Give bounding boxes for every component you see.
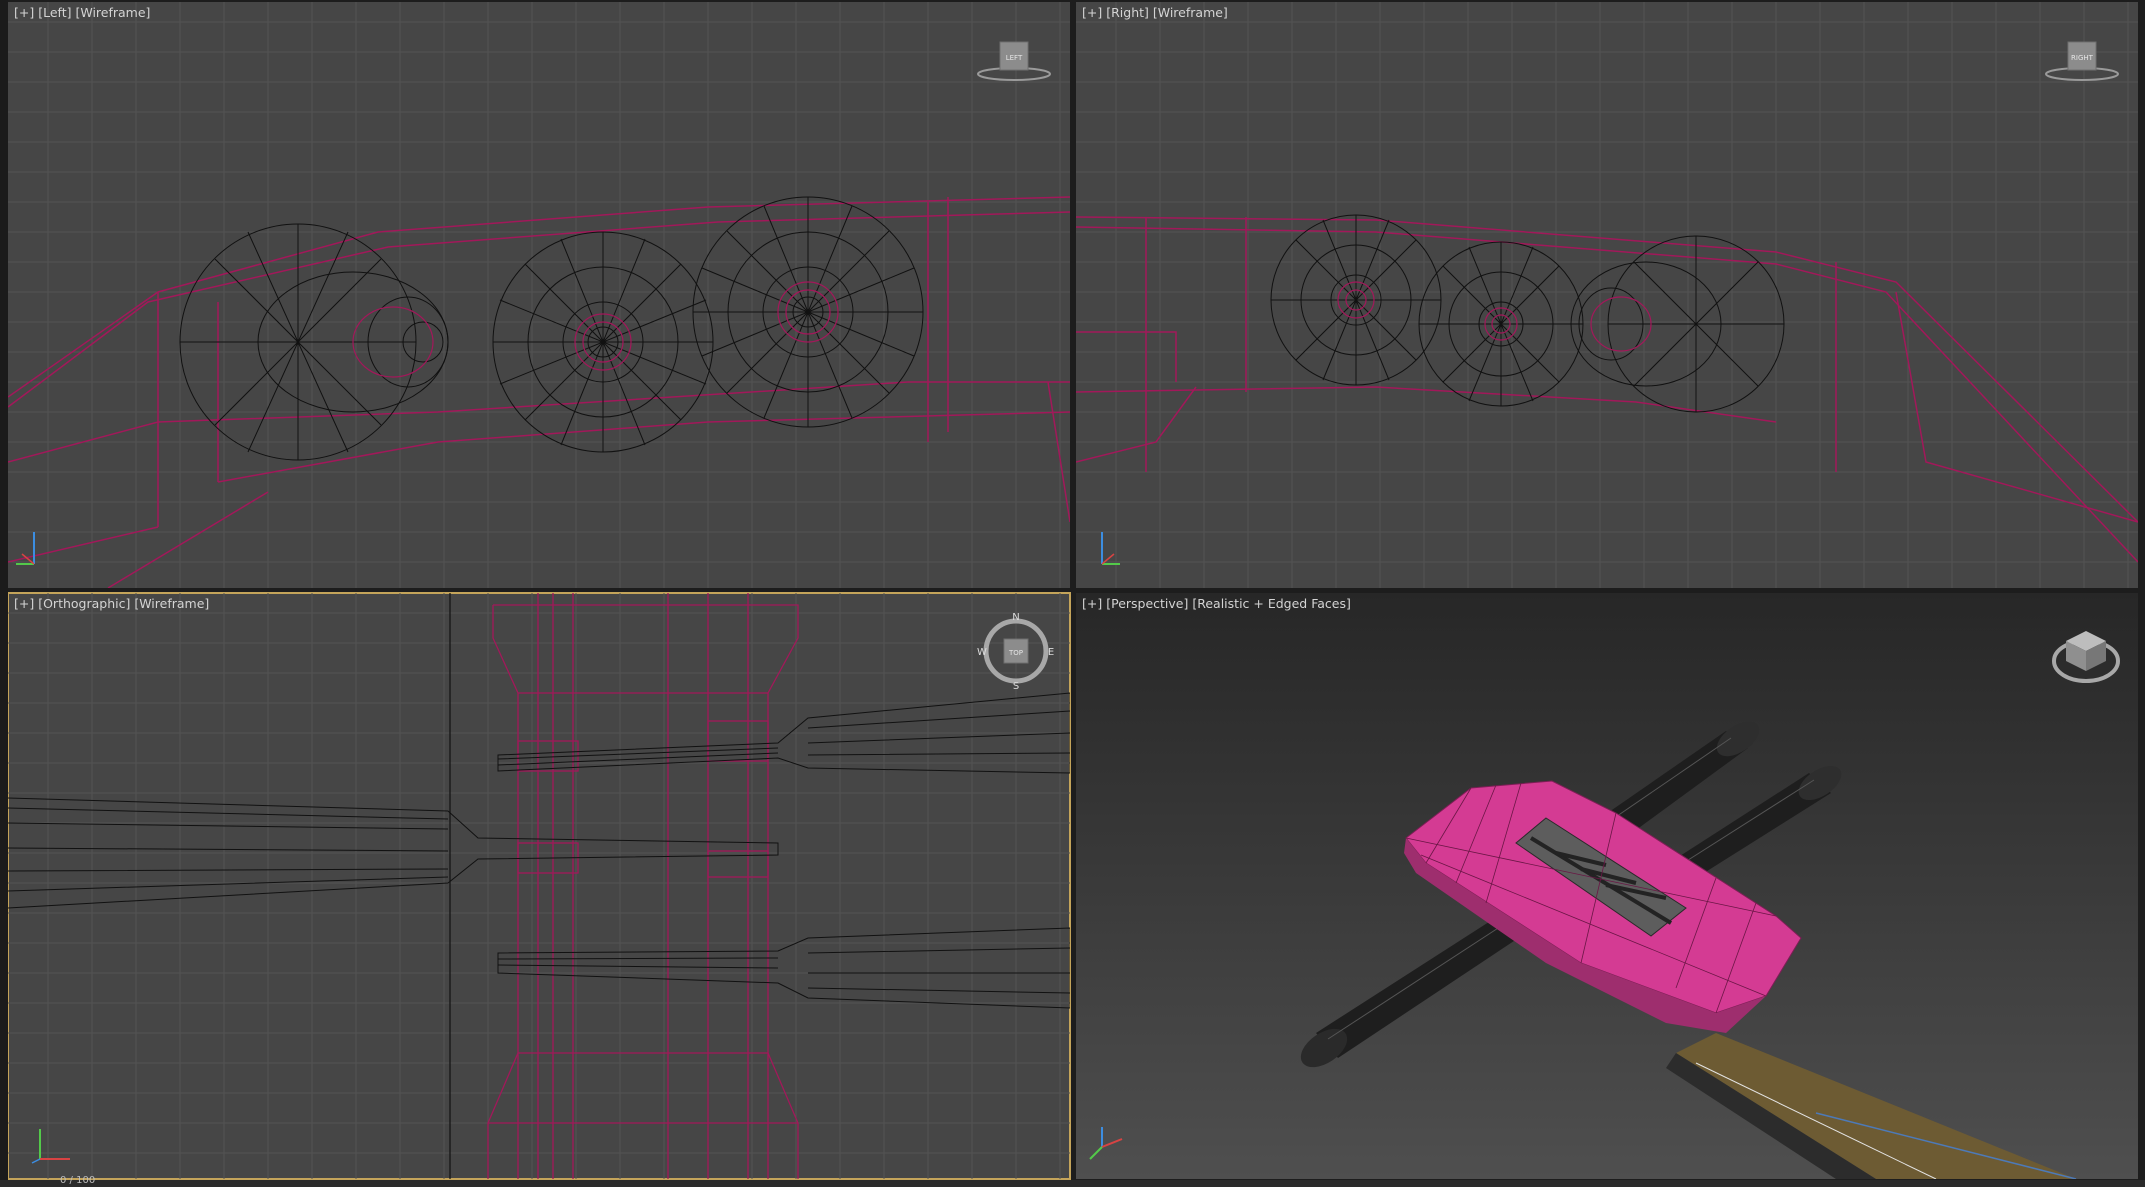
grid	[1076, 2, 2138, 588]
viewport-perspective[interactable]: [+] [Perspective] [Realistic + Edged Fac…	[1076, 593, 2138, 1179]
peg-bottom	[1300, 911, 1526, 1068]
wire-body-right	[1076, 216, 2138, 563]
viewport-right[interactable]: [+] [Right] [Wireframe] RIGHT	[1076, 2, 2138, 588]
time-slider-frame[interactable]: 0 / 100	[60, 1175, 95, 1186]
viewport-shading-menu[interactable]: [Realistic + Edged Faces]	[1192, 596, 1351, 611]
wire-peg-2-left	[492, 231, 714, 453]
viewport-label[interactable]: [+] [Left] [Wireframe]	[14, 5, 150, 20]
compass-north-label: N	[1012, 612, 1019, 623]
status-bar: 0 / 100	[0, 1175, 2145, 1187]
viewcube-icon[interactable]: LEFT	[974, 38, 1054, 86]
viewcube-3d-icon[interactable]	[2048, 619, 2124, 689]
grid	[8, 593, 1070, 1179]
shaded-model	[1300, 721, 2077, 1179]
axis-tripod-icon	[31, 1129, 70, 1164]
viewport-view-menu[interactable]: [Perspective]	[1106, 596, 1188, 611]
viewport-label[interactable]: [+] [Perspective] [Realistic + Edged Fac…	[1082, 596, 1351, 611]
compass-south-label: S	[1013, 681, 1019, 691]
compass-east-label: E	[1048, 647, 1054, 658]
axis-tripod-icon	[1101, 532, 1120, 565]
viewport-plus-menu[interactable]: [+]	[14, 596, 34, 611]
wire-body-left	[8, 196, 1070, 588]
wire-peg-1-left	[179, 223, 449, 461]
viewport-plus-menu[interactable]: [+]	[14, 5, 34, 20]
viewport-label[interactable]: [+] [Right] [Wireframe]	[1082, 5, 1228, 20]
viewport-view-menu[interactable]: [Right]	[1106, 5, 1149, 20]
axis-tripod-icon	[16, 532, 35, 565]
viewport-shading-menu[interactable]: [Wireframe]	[75, 5, 150, 20]
viewcube-face-label: TOP	[1008, 649, 1023, 657]
viewcube-icon[interactable]: RIGHT	[2042, 38, 2122, 86]
viewport-plus-menu[interactable]: [+]	[1082, 5, 1102, 20]
left-edge	[0, 0, 8, 1187]
viewcube-face-label: LEFT	[1006, 54, 1023, 62]
viewport-view-menu[interactable]: [Orthographic]	[38, 596, 130, 611]
wire-peg-2-right	[1418, 241, 1584, 407]
viewport-orthographic[interactable]: [+] [Orthographic] [Wireframe] TOP N S E…	[7, 592, 1071, 1180]
viewport-shading-menu[interactable]: [Wireframe]	[1153, 5, 1228, 20]
axis-tripod-icon	[1089, 1127, 1123, 1160]
viewport-label[interactable]: [+] [Orthographic] [Wireframe]	[14, 596, 209, 611]
wire-peg-1-right	[1270, 214, 1442, 386]
viewport-view-menu[interactable]: [Left]	[38, 5, 71, 20]
viewport-shading-menu[interactable]: [Wireframe]	[134, 596, 209, 611]
wire-peg-shafts-top	[8, 692, 1070, 1009]
viewcube-face-label: RIGHT	[2071, 54, 2094, 62]
wire-peg-3-left	[692, 196, 924, 428]
viewport-left[interactable]: [+] [Left] [Wireframe] LEFT	[8, 2, 1070, 588]
viewcube-compass-icon[interactable]: TOP N S E W	[976, 611, 1056, 691]
compass-west-label: W	[977, 647, 987, 658]
viewport-plus-menu[interactable]: [+]	[1082, 596, 1102, 611]
grid	[8, 2, 1070, 588]
